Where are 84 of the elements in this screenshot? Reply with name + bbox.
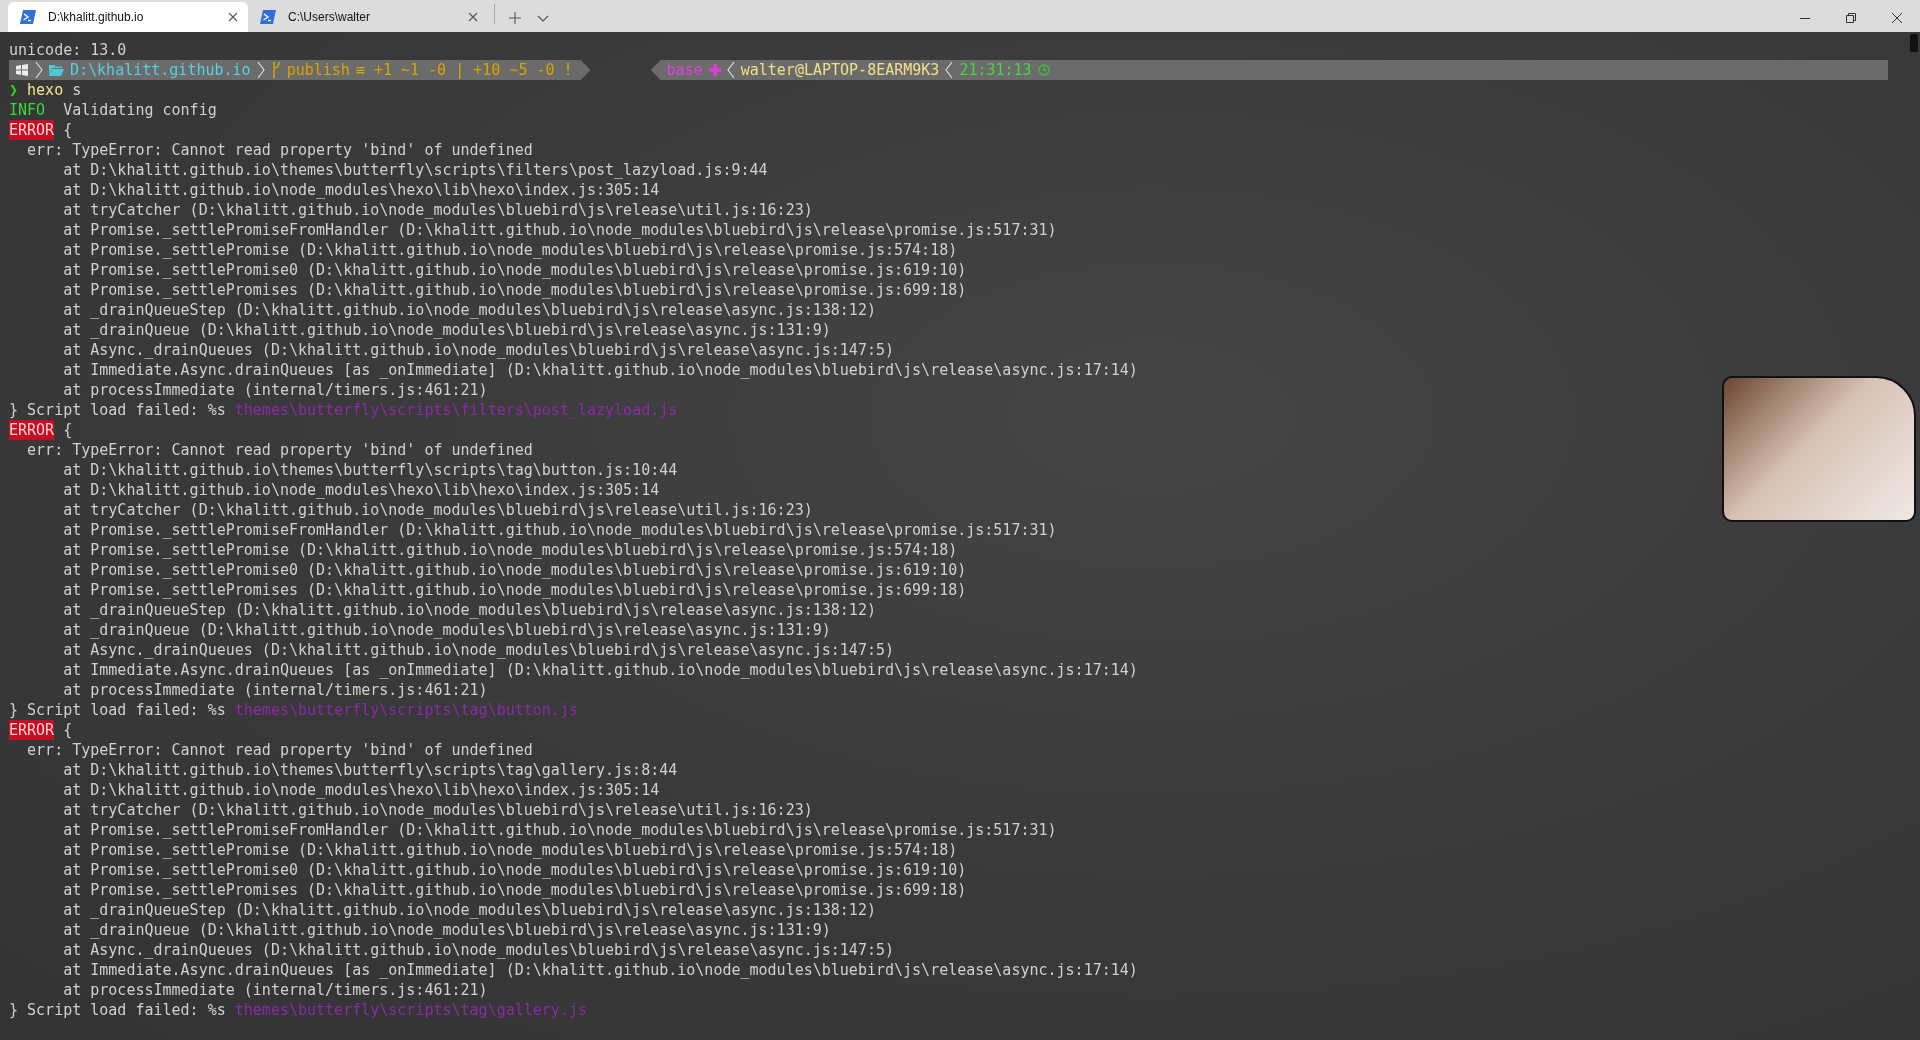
script-path: themes\butterfly\scripts\filters\post_lazyload.js (234, 400, 678, 420)
stack-trace-line: at D:\khalitt.github.io\themes\butterfly\scripts\filters\post_lazyload.js:9:44 (63, 160, 768, 180)
terminal-tab[interactable]: C:\Users\walter (248, 2, 488, 32)
stack-trace-line: at tryCatcher (D:\khalitt.github.io\node_modules\bluebird\js\release\util.js:16:23) (63, 800, 813, 820)
log-level-label: INFO (9, 100, 46, 120)
stack-trace-line: at D:\khalitt.github.io\themes\butterfly\scripts\tag\gallery.js:8:44 (63, 760, 678, 780)
minimize-icon (1800, 17, 1810, 19)
stack-trace-line: at _drainQueueStep (D:\khalitt.github.io\node_modules\bluebird\js\release\async.js:138:12) (63, 600, 876, 620)
close-icon (1892, 13, 1902, 23)
stack-trace-line: at Promise._settlePromise0 (D:\khalitt.github.io\node_modules\bluebird\js\release\promise.js:619:10) (63, 560, 967, 580)
stack-trace-line: at Promise._settlePromises (D:\khalitt.github.io\node_modules\bluebird\js\release\promise.js:699:18) (63, 280, 967, 300)
stack-trace-line: at D:\khalitt.github.io\themes\butterfly\scripts\tag\button.js:10:44 (63, 460, 678, 480)
stack-trace-line: at _drainQueue (D:\khalitt.github.io\node_modules\bluebird\js\release\async.js:131:9) (63, 920, 831, 940)
failure-message: } Script load failed: %s (9, 700, 226, 720)
error-message: err: TypeError: Cannot read property 'bind' of undefined (27, 440, 533, 460)
close-icon[interactable] (228, 12, 238, 22)
stack-trace-line: at Promise._settlePromise0 (D:\khalitt.github.io\node_modules\bluebird\js\release\promise.js:619:10) (63, 260, 967, 280)
log-message: { (63, 720, 73, 740)
chevron-icon (35, 60, 43, 80)
stack-trace-line: at Async._drainQueues (D:\khalitt.github.io\node_modules\bluebird\js\release\async.js:147:5) (63, 640, 894, 660)
terminal-icon (260, 10, 276, 24)
plus-icon (708, 64, 721, 76)
branch-text: publish (286, 60, 350, 80)
close-icon[interactable] (468, 12, 478, 22)
script-path: themes\butterfly\scripts\tag\gallery.js (234, 1000, 587, 1020)
terminal-tab[interactable]: D:\khalitt.github.io (8, 2, 248, 32)
stack-trace-line: at tryCatcher (D:\khalitt.github.io\node_modules\bluebird\js\release\util.js:16:23) (63, 200, 813, 220)
stack-trace-line: at Immediate.Async.drainQueues [as _onImmediate] (D:\khalitt.github.io\node_modules\bluebird\js\release\async.js:17:14) (63, 660, 1138, 680)
host-text: walter@LAPTOP-8EARM9K3 (740, 60, 940, 80)
stack-trace-line: at Immediate.Async.drainQueues [as _onImmediate] (D:\khalitt.github.io\node_modules\bluebird\js\release\async.js:17:14) (63, 360, 1138, 380)
stack-trace-line: at tryCatcher (D:\khalitt.github.io\node_modules\bluebird\js\release\util.js:16:23) (63, 500, 813, 520)
stack-trace-line: at Promise._settlePromise (D:\khalitt.github.io\node_modules\bluebird\js\release\promise.js:574:18) (63, 840, 958, 860)
log-level-label: ERROR (9, 420, 55, 440)
failure-message: } Script load failed: %s (9, 400, 226, 420)
prompt-symbol: ❯ (9, 80, 19, 100)
error-message: err: TypeError: Cannot read property 'bind' of undefined (27, 740, 533, 760)
stack-trace-line: at Promise._settlePromises (D:\khalitt.github.io\node_modules\bluebird\js\release\promise.js:699:18) (63, 880, 967, 900)
stack-trace-line: at Async._drainQueues (D:\khalitt.github.io\node_modules\bluebird\js\release\async.js:147:5) (63, 940, 894, 960)
restore-icon (1846, 13, 1856, 23)
failure-message: } Script load failed: %s (9, 1000, 226, 1020)
stack-trace-line: at _drainQueueStep (D:\khalitt.github.io\node_modules\bluebird\js\release\async.js:138:12) (63, 900, 876, 920)
stack-trace-line: at _drainQueueStep (D:\khalitt.github.io\node_modules\bluebird\js\release\async.js:138:12) (63, 300, 876, 320)
stack-trace-line: at _drainQueue (D:\khalitt.github.io\node_modules\bluebird\js\release\async.js:131:9) (63, 620, 831, 640)
chevron-down-icon (537, 14, 549, 22)
command-text: hexo (27, 80, 64, 100)
log-level-label: ERROR (9, 120, 55, 140)
log-message: Validating config (63, 100, 217, 120)
log-message: { (63, 120, 73, 140)
log-message: { (63, 420, 73, 440)
stack-trace-line: at Promise._settlePromiseFromHandler (D:\khalitt.github.io\node_modules\bluebird\js\release\promise.js:517:31) (63, 220, 1057, 240)
log-level-label: ERROR (9, 720, 55, 740)
folder-icon (49, 64, 64, 76)
clock-icon (1037, 64, 1050, 76)
stack-trace-line: at D:\khalitt.github.io\node_modules\hexo\lib\hexo\index.js:305:14 (63, 180, 660, 200)
scrollbar-thumb[interactable] (1910, 34, 1918, 52)
env-text: base (666, 60, 703, 80)
stack-trace-line: at processImmediate (internal/timers.js:461:21) (63, 680, 488, 700)
stack-trace-line: at processImmediate (internal/timers.js:461:21) (63, 980, 488, 1000)
stack-trace-line: at D:\khalitt.github.io\node_modules\hexo\lib\hexo\index.js:305:14 (63, 480, 660, 500)
stack-trace-line: at Promise._settlePromise0 (D:\khalitt.github.io\node_modules\bluebird\js\release\promise.js:619:10) (63, 860, 967, 880)
time-text: 21:31:13 (959, 60, 1032, 80)
chevron-icon (256, 60, 265, 80)
script-path: themes\butterfly\scripts\tag\button.js (234, 700, 578, 720)
chevron-icon (945, 60, 954, 80)
stack-trace-line: at Async._drainQueues (D:\khalitt.github.io\node_modules\bluebird\js\release\async.js:147:5) (63, 340, 894, 360)
branch-icon (270, 62, 281, 78)
stack-trace-line: at processImmediate (internal/timers.js:461:21) (63, 380, 488, 400)
windows-logo-icon (15, 64, 29, 76)
chevron-icon (726, 60, 735, 80)
plus-icon (509, 12, 521, 24)
stack-trace-line: at Immediate.Async.drainQueues [as _onImmediate] (D:\khalitt.github.io\node_modules\bluebird\js\release\async.js:17:14) (63, 960, 1138, 980)
git-status-text: ≡ +1 ~1 -0 | +10 ~5 -0 ! (355, 60, 573, 80)
terminal-icon (20, 10, 36, 24)
stack-trace-line: at Promise._settlePromises (D:\khalitt.github.io\node_modules\bluebird\js\release\promise.js:699:18) (63, 580, 967, 600)
stack-trace-line: at Promise._settlePromiseFromHandler (D:\khalitt.github.io\node_modules\bluebird\js\release\promise.js:517:31) (63, 820, 1057, 840)
stack-trace-line: at Promise._settlePromise (D:\khalitt.github.io\node_modules\bluebird\js\release\promise.js:574:18) (63, 240, 958, 260)
output-line: unicode: 13.0 (9, 40, 127, 60)
stack-trace-line: at D:\khalitt.github.io\node_modules\hexo\lib\hexo\index.js:305:14 (63, 780, 660, 800)
path-text: D:\khalitt.github.io (70, 60, 251, 80)
error-message: err: TypeError: Cannot read property 'bind' of undefined (27, 140, 533, 160)
stack-trace-line: at Promise._settlePromiseFromHandler (D:\khalitt.github.io\node_modules\bluebird\js\release\promise.js:517:31) (63, 520, 1057, 540)
stack-trace-line: at _drainQueue (D:\khalitt.github.io\node_modules\bluebird\js\release\async.js:131:9) (63, 320, 831, 340)
stack-trace-line: at Promise._settlePromise (D:\khalitt.github.io\node_modules\bluebird\js\release\promise.js:574:18) (63, 540, 958, 560)
command-argument: s (72, 80, 82, 100)
